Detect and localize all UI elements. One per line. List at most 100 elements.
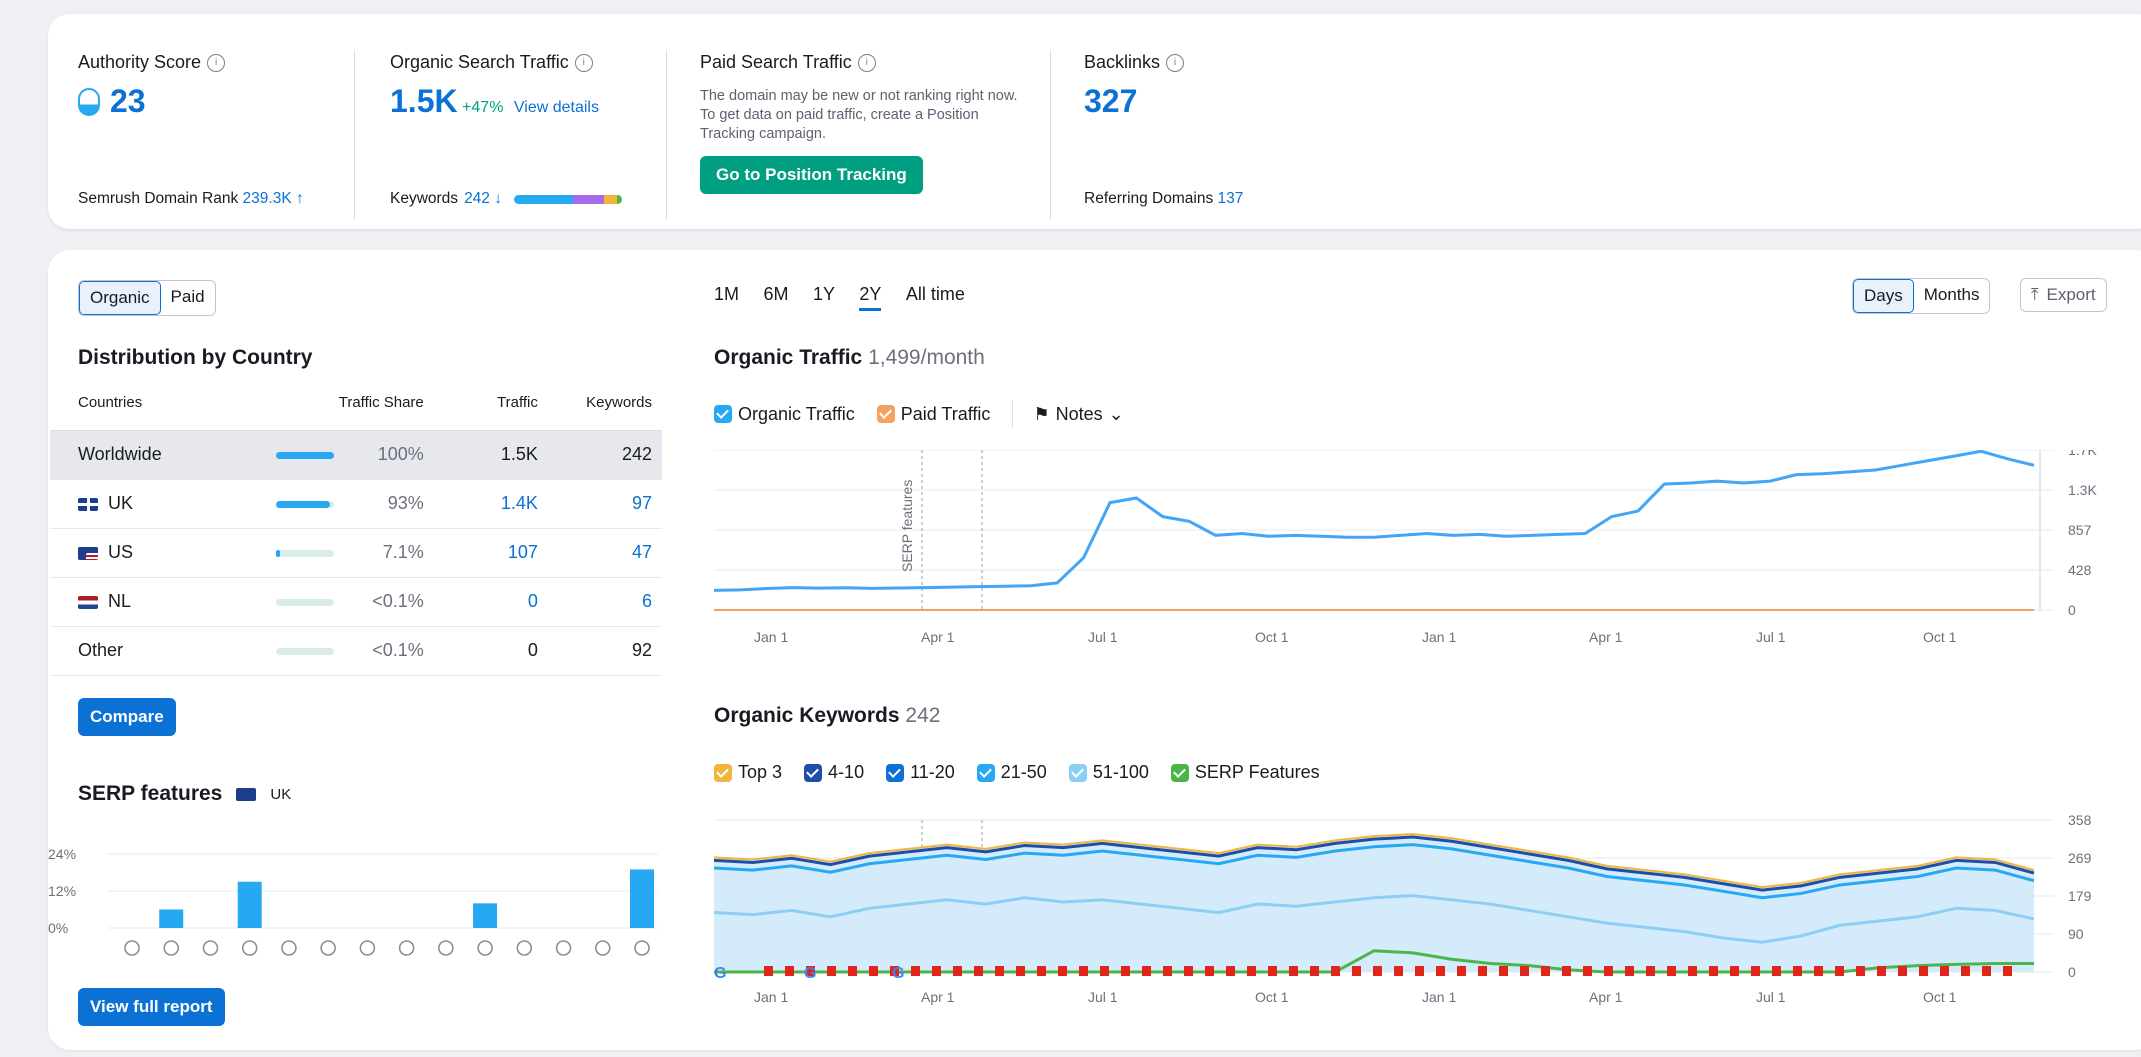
overview-metrics-card: Authority Score i 23 Semrush Domain Rank … [48,14,2141,230]
go-to-position-tracking-button[interactable]: Go to Position Tracking [700,156,923,194]
col-traffic[interactable]: Traffic [433,376,548,431]
serp-feature-icon [241,940,258,956]
x-tick-label: Apr 1 [1589,629,1623,645]
keywords-cell[interactable]: 97 [547,479,662,529]
organic-keywords-title: Organic Keywords [714,704,900,727]
keywords-value[interactable]: 242 ↓ [464,190,502,208]
legend-paid-traffic[interactable]: Paid Traffic [876,403,991,425]
col-traffic-share[interactable]: Traffic Share [247,376,434,431]
traffic-share-cell: 7.1% [247,528,434,578]
note-flag-marker [1898,966,1907,976]
referring-domains-value[interactable]: 137 [1218,190,1244,207]
table-row[interactable]: Other <0.1% 0 92 [50,626,662,676]
serp-feature-icon [359,940,376,956]
checkbox-icon [886,763,905,782]
checkbox-icon [976,763,995,782]
organic-traffic-value[interactable]: 1.5K [390,83,458,119]
range-1m[interactable]: 1M [714,284,739,304]
compare-button[interactable]: Compare [78,698,176,736]
note-flag-marker [1625,966,1634,976]
view-details-link[interactable]: View details [514,99,599,116]
notes-dropdown[interactable]: ⚑ Notes ⌄ [1033,404,1123,425]
note-flag-marker [1520,966,1529,976]
export-button[interactable]: ⤒ Export [2020,278,2107,312]
country-cell: NL [50,577,248,627]
backlinks-value[interactable]: 327 [1084,83,1137,119]
referring-domains-label: Referring Domains [1084,190,1214,207]
organic-tab[interactable]: Organic [79,281,161,315]
x-tick-label: Apr 1 [921,989,955,1005]
days-tab[interactable]: Days [1853,279,1914,313]
paid-traffic-metric: Paid Search Traffic i The domain may be n… [700,52,1030,194]
info-icon[interactable]: i [857,53,876,72]
note-flag-marker [1331,966,1340,976]
note-flag-marker [1604,966,1613,976]
note-flag-marker [1583,966,1592,976]
country-name: Other [78,640,124,660]
legend-serp-features[interactable]: SERP Features [1170,762,1320,783]
domain-rank-value[interactable]: 239.3K ↑ [243,190,304,207]
info-icon[interactable]: i [207,53,226,72]
table-row[interactable]: Worldwide 100% 1.5K 242 [50,430,662,480]
y-tick-label: 24% [48,846,76,862]
keywords-count: Keywords 242 ↓ [390,190,622,208]
table-row[interactable]: NL <0.1% 0 6 [50,577,662,627]
table-row[interactable]: US 7.1% 107 47 [50,528,662,578]
note-flag-marker [1730,966,1739,976]
organic-traffic-chart-sub: 1,499/month [868,346,985,369]
keywords-distribution-bar [513,194,622,204]
legend-paid-label: Paid Traffic [900,403,991,424]
legend-51-100[interactable]: 51-100 [1068,762,1149,783]
note-flag-marker [785,966,794,976]
serp-feature-icon [163,940,180,956]
legend-top3[interactable]: Top 3 [714,762,782,783]
x-tick-label: Jul 1 [1756,989,1786,1005]
legend-4-10[interactable]: 4-10 [804,762,864,783]
x-tick-label: Jul 1 [1088,989,1118,1005]
keywords-cell[interactable]: 6 [547,577,662,627]
date-range-selector: 1M 6M 1Y 2Y All time [714,284,985,311]
info-icon[interactable]: i [574,53,593,72]
note-flag-marker [1016,966,1025,976]
serp-bar [237,881,262,928]
info-icon[interactable]: i [1166,53,1185,72]
y-tick-label: 1.3K [2068,482,2097,498]
traffic-share-cell: 100% [247,430,434,480]
traffic-share-cell: <0.1% [247,626,434,676]
col-keywords[interactable]: Keywords [547,376,662,431]
note-flag-marker [1961,966,1970,976]
months-tab[interactable]: Months [1914,279,1990,313]
paid-tab[interactable]: Paid [161,281,215,315]
share-value: <0.1% [372,591,424,611]
legend-11-20[interactable]: 11-20 [886,762,955,783]
serp-bar [159,909,184,928]
traffic-cell[interactable]: 0 [433,577,548,627]
traffic-cell[interactable]: 107 [433,528,548,578]
note-flag-marker [1184,966,1193,976]
backlinks-metric: Backlinks i 327 [1084,52,1185,120]
legend-21-50[interactable]: 21-50 [976,762,1047,783]
traffic-cell: 0 [433,626,548,676]
range-2y[interactable]: 2Y [859,284,882,311]
note-flag-marker [764,966,773,976]
authority-gauge-icon [78,87,100,116]
serp-feature-icon [516,940,533,956]
range-1y[interactable]: 1Y [813,284,835,304]
col-countries[interactable]: Countries [50,376,248,431]
table-row[interactable]: UK 93% 1.4K 97 [50,479,662,529]
view-full-report-button[interactable]: View full report [78,988,225,1026]
notes-icon: ⚑ [1033,403,1050,424]
range-6m[interactable]: 6M [763,284,788,304]
range-all-time[interactable]: All time [906,284,965,304]
note-flag-marker [1709,966,1718,976]
note-flag-marker [1457,966,1466,976]
traffic-share-cell: 93% [247,479,434,529]
x-tick-label: Oct 1 [1923,989,1957,1005]
legend-51-100-label: 51-100 [1092,762,1149,782]
keywords-cell[interactable]: 47 [547,528,662,578]
share-bar [275,647,334,655]
checkbox-icon [1170,763,1189,782]
note-flag-marker [848,966,857,976]
traffic-cell[interactable]: 1.4K [433,479,548,529]
legend-organic-traffic[interactable]: Organic Traffic [714,404,855,425]
